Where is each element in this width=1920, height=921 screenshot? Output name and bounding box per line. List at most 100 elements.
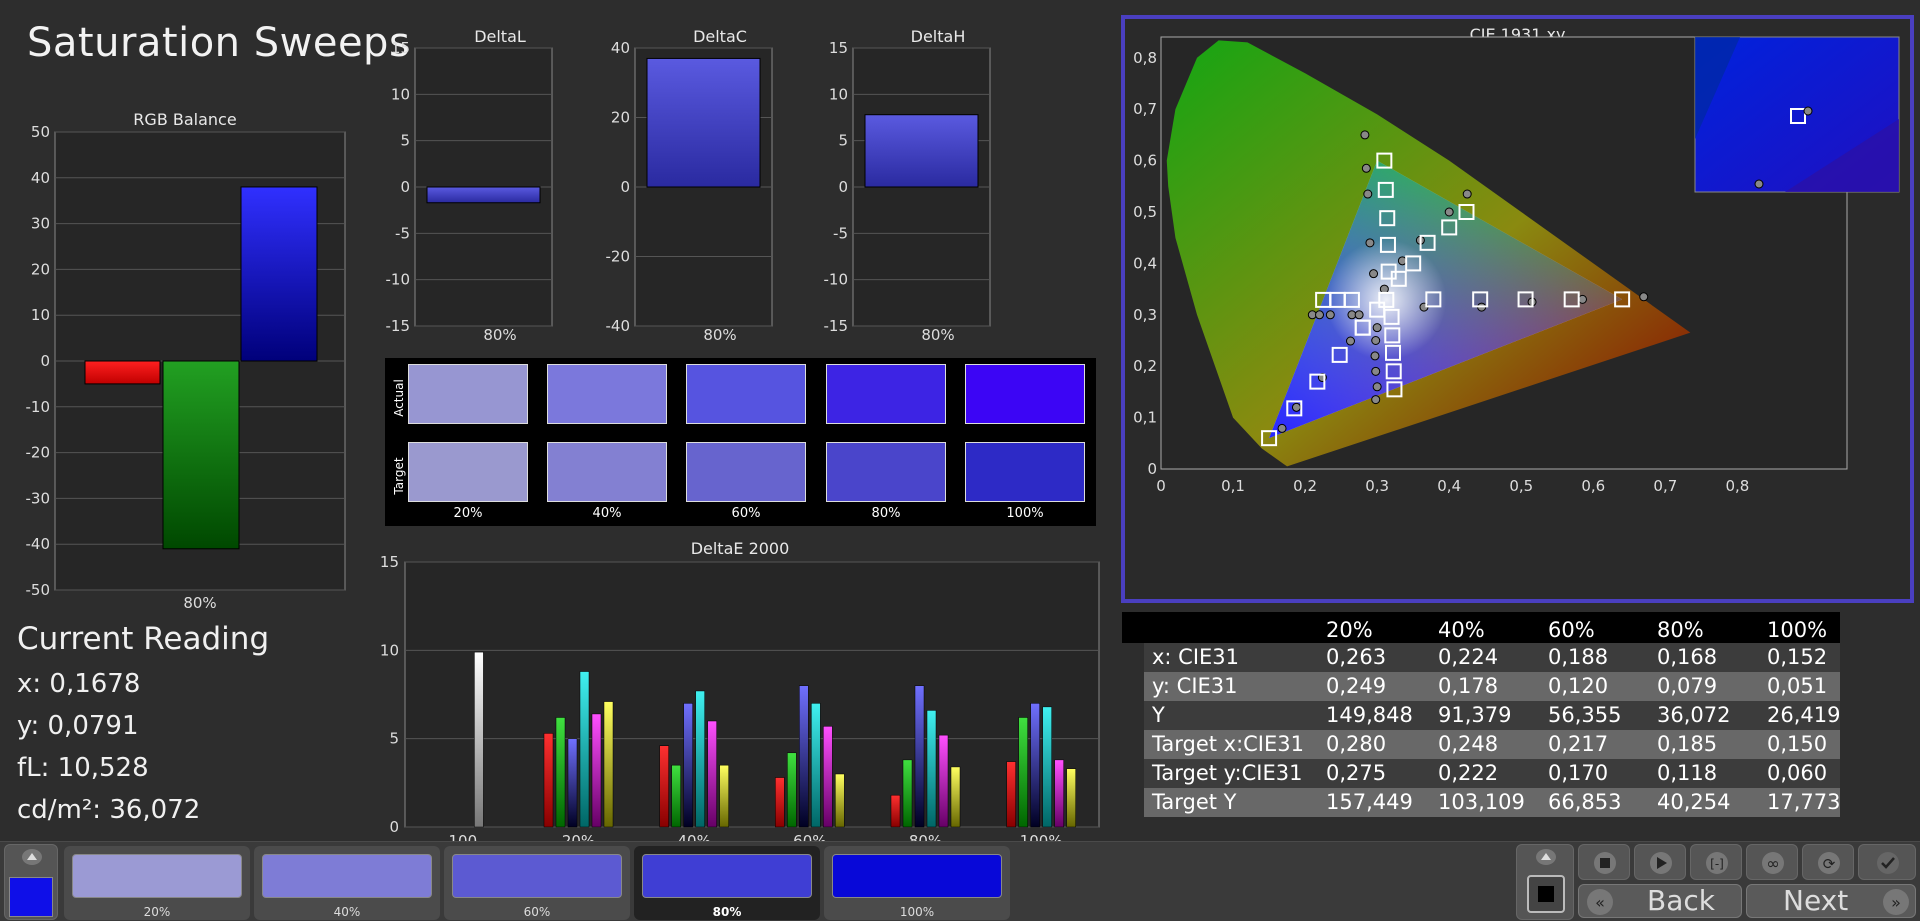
rgb-tick-label: 20 [31, 260, 50, 278]
table-cell: 40,254 [1657, 790, 1731, 814]
up-arrow-icon[interactable] [1536, 849, 1556, 865]
thumbnail-label: 20% [143, 905, 171, 919]
cie-chart: 0 0,1 0,2 0,3 0,4 0,5 0,6 0,7 0,8 0 0,1 0,2 0,3 0,4 0,… [1133, 36, 1900, 495]
cie-xtick-label: 0,1 [1221, 477, 1245, 495]
deltae-bar [926, 710, 937, 828]
table-row-label: Y [1152, 703, 1165, 727]
delta-chart-xlabel: 80% [483, 326, 517, 344]
deltae-bar [579, 671, 590, 828]
app-window: Saturation Sweeps RGB Balance 50 40 30 20 10… [0, 0, 1920, 921]
bottom-toolbar: 20% 40% 60% 80% 100% [-] ∞ ⟳ « Back Next… [0, 841, 1920, 921]
table-row-label: y: CIE31 [1152, 674, 1238, 698]
measured-point [1371, 395, 1381, 405]
rgb-tick-label: -10 [26, 398, 51, 416]
delta-bar [426, 186, 541, 204]
record-button[interactable] [1527, 875, 1565, 913]
delta-tick-label: 0 [838, 178, 848, 196]
svg-text:∞: ∞ [1766, 854, 1779, 873]
cie-ytick-label: 0,3 [1133, 306, 1157, 324]
table-header-cell: 60% [1548, 618, 1595, 642]
color-thumbnail[interactable]: 60% [444, 846, 630, 920]
inset-measured-point [1803, 106, 1813, 116]
svg-text:[-]: [-] [1710, 857, 1724, 871]
measured-point [1369, 269, 1379, 279]
thumbnail-label: 60% [523, 905, 551, 919]
color-thumbnail[interactable]: 40% [254, 846, 440, 920]
deltae-bar [659, 745, 669, 828]
table-cell: 157,449 [1326, 790, 1413, 814]
delta-tick-label: 20 [611, 109, 630, 127]
table-cell: 56,355 [1548, 703, 1622, 727]
up-arrow-icon[interactable] [22, 849, 42, 865]
row-marker [1122, 788, 1144, 817]
delta-tick-label: 10 [829, 85, 848, 103]
table-row-label: Target Y [1152, 790, 1237, 814]
table-cell: 0,222 [1438, 761, 1499, 785]
delta-tick-label: -15 [386, 317, 411, 335]
current-reading-title: Current Reading [17, 621, 270, 657]
delta-chart: 15 10 5 0 -5 -10 -15 [386, 40, 553, 335]
loop-button[interactable]: ∞ [1746, 844, 1798, 880]
cie-xtick-label: 0,7 [1653, 477, 1677, 495]
table-cell: 17,773 [1767, 790, 1841, 814]
rgb-tick-label: 30 [31, 215, 50, 233]
cie-ytick-label: 0,1 [1133, 409, 1157, 427]
table-header-cell: 20% [1326, 618, 1373, 642]
delta-bar [864, 114, 979, 188]
color-thumbnail[interactable]: 100% [824, 846, 1010, 920]
table-header-cell: 40% [1438, 618, 1485, 642]
measured-point [1315, 310, 1325, 320]
svg-text:»: » [1891, 893, 1901, 912]
swatch-label: 100% [1006, 506, 1044, 521]
play-button[interactable] [1634, 844, 1686, 880]
deltae-bar [811, 703, 821, 828]
measured-point [1371, 336, 1381, 345]
bracket-button[interactable]: [-] [1690, 844, 1742, 880]
delta-chart: 40 20 0 -20 -40 [606, 40, 773, 335]
stop-icon [1538, 886, 1554, 902]
deltae-bar [719, 764, 729, 828]
rgb-balance-chart: 50 40 30 20 10 0 -10 -20 -30 -40 -50 [26, 125, 346, 599]
table-cell: 0,170 [1548, 761, 1609, 785]
table-cell: 0,248 [1438, 732, 1499, 756]
measured-point [1462, 189, 1472, 199]
color-thumbnail[interactable]: 20% [64, 846, 250, 920]
deltae-bar [902, 759, 913, 828]
thumbnail-label: 100% [899, 905, 935, 919]
deltae-bar [671, 764, 681, 828]
svg-text:⟳: ⟳ [1823, 855, 1836, 873]
table-row: Target Y 157,449 103,109 66,853 40,254 17,773 [1122, 788, 1840, 817]
measured-point [1365, 238, 1375, 248]
measured-point [1361, 163, 1371, 173]
color-thumbnail[interactable]: 80% [634, 846, 820, 920]
target-swatch [408, 442, 528, 502]
deltae-bar [950, 766, 961, 828]
refresh-button[interactable]: ⟳ [1802, 844, 1854, 880]
stop-panel[interactable] [1516, 844, 1574, 920]
row-marker [1122, 701, 1144, 730]
deltae-tick-label: 10 [380, 641, 399, 659]
current-color-swatch [9, 877, 53, 917]
measured-point [1372, 382, 1382, 392]
table-row: Target y:CIE31 0,275 0,222 0,170 0,118 0,060 [1122, 759, 1840, 788]
current-color-panel[interactable] [4, 844, 58, 920]
actual-swatch [686, 364, 806, 424]
back-button[interactable]: « Back [1578, 884, 1742, 918]
cie-xtick-label: 0,8 [1725, 477, 1749, 495]
measured-point [1363, 189, 1373, 199]
deltae-tick-label: 0 [389, 818, 399, 836]
thumbnail-swatch [72, 854, 242, 898]
confirm-button[interactable] [1858, 844, 1916, 880]
reading-fl: fL: 10,528 [17, 753, 149, 783]
next-button[interactable]: Next » [1746, 884, 1916, 918]
delta-tick-label: 5 [838, 132, 848, 150]
inset-measured-point [1754, 179, 1764, 189]
stop-measure-button[interactable] [1578, 844, 1630, 880]
delta-chart: 15 10 5 0 -5 -10 -15 [824, 40, 991, 335]
delta-chart-xlabel: 80% [921, 326, 955, 344]
deltae-bar [567, 738, 578, 828]
reading-cdm2: cd/m²: 36,072 [17, 795, 201, 825]
delta-tick-label: 15 [829, 40, 848, 57]
rgb-tick-label: -40 [26, 535, 51, 553]
thumbnail-swatch [262, 854, 432, 898]
